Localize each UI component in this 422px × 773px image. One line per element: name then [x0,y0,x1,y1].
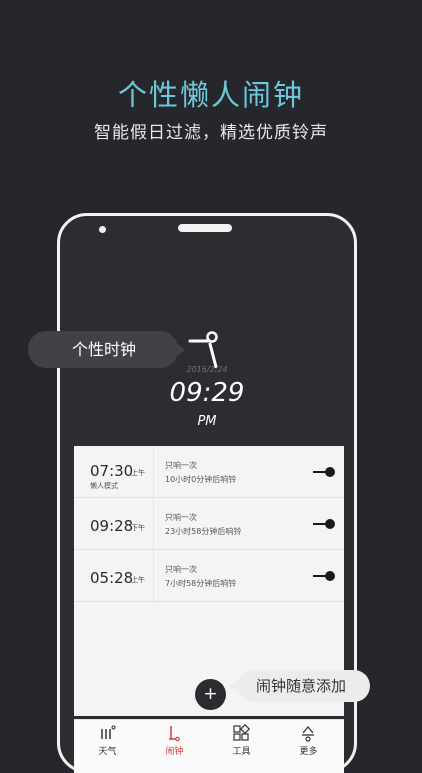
tab-label: 闹钟 [165,747,184,757]
alarm-time: 07:30 [90,462,134,480]
alarm-ampm: 上午 [131,469,145,477]
headline: 个性懒人闹钟 [117,78,304,112]
alarm-toggle[interactable] [312,518,336,530]
alarm-ampm: 下午 [131,524,145,532]
add-alarm-button[interactable]: + [195,679,226,710]
alarm-ampm: 上午 [131,576,145,584]
alarm-time-cell: 09:28 下午 [74,498,154,550]
alarm-remaining: 10小时0分钟后响铃 [165,475,237,484]
tab-alarm[interactable]: 闹钟 [141,720,208,760]
alarm-time: 05:28 [90,569,134,587]
clock-ampm: PM [197,414,217,429]
tab-more[interactable]: 更多 [275,720,342,760]
alarm-remaining: 23小时58分钟后响铃 [165,527,242,536]
clock-hands-icon [188,331,218,368]
add-callout-tail [229,680,238,692]
tab-label: 更多 [299,747,318,757]
alarm-remaining: 7小时58分钟后响铃 [165,579,237,588]
add-callout: 闹钟随意添加 [238,670,370,702]
alarm-icon [169,726,180,742]
alarm-row[interactable]: 09:28 下午 只响一次 23小时58分钟后响铃 [74,498,344,550]
clock-time: 09:29 [169,378,245,408]
alarm-repeat: 只响一次 [165,513,197,522]
alarm-repeat: 只响一次 [165,565,197,574]
alarm-time-cell: 07:30 上午 懒人模式 [74,446,154,498]
alarm-row[interactable]: 05:28 上午 只响一次 7小时58分钟后响铃 [74,550,344,602]
alarm-time: 09:28 [90,517,134,535]
tab-label: 天气 [98,747,117,757]
alarm-toggle[interactable] [312,570,336,582]
bottom-tab-bar: 天气 闹钟 工具 更多 [74,719,344,773]
weather-icon [101,725,116,739]
alarm-name: 懒人模式 [90,482,118,490]
camera-dot [99,226,106,233]
tab-tools[interactable]: 工具 [208,720,275,760]
alarm-repeat: 只响一次 [165,461,197,470]
clock-callout-tail [176,343,185,357]
more-icon [302,725,314,742]
tools-icon [233,724,250,741]
tab-label: 工具 [232,747,251,757]
tab-weather[interactable]: 天气 [74,720,141,760]
alarm-time-cell: 05:28 上午 [74,550,154,602]
clock-callout: 个性时钟 [28,331,178,368]
phone-speaker [178,224,232,232]
subline: 智能假日过滤，精选优质铃声 [94,123,328,143]
alarm-toggle[interactable] [312,466,336,478]
alarm-row[interactable]: 07:30 上午 懒人模式 只响一次 10小时0分钟后响铃 [74,446,344,498]
